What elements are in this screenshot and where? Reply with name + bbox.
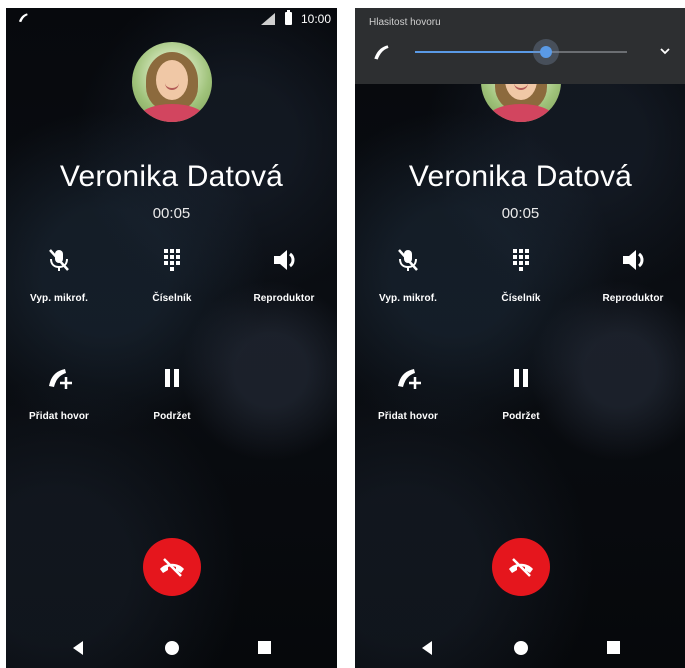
- add-call-label: Přidat hovor: [28, 411, 90, 422]
- status-bar: 10:00: [6, 8, 337, 30]
- mic-off-icon: [398, 249, 418, 271]
- hold-label: Podržet: [502, 411, 540, 422]
- home-icon[interactable]: [514, 641, 528, 655]
- call-screen-right: Hlasitost hovoru Veronika Datová 00:05 V…: [355, 8, 685, 668]
- recents-icon[interactable]: [607, 641, 620, 654]
- hold-button[interactable]: Podržet: [476, 364, 566, 422]
- add-call-button[interactable]: Přidat hovor: [14, 364, 104, 422]
- back-icon[interactable]: [419, 640, 435, 656]
- keypad-button[interactable]: Číselník: [476, 246, 566, 304]
- caller-name: Veronika Datová: [408, 160, 633, 193]
- add-call-icon: [49, 369, 72, 389]
- speaker-icon: [623, 250, 644, 270]
- contact-avatar: [132, 42, 212, 122]
- end-call-button[interactable]: [492, 538, 550, 596]
- keypad-label: Číselník: [152, 293, 192, 304]
- home-icon[interactable]: [165, 641, 179, 655]
- mic-off-icon: [49, 249, 69, 271]
- end-call-button[interactable]: [143, 538, 201, 596]
- call-duration: 00:05: [152, 205, 191, 222]
- hold-label: Podržet: [153, 411, 191, 422]
- call-screen-left: 10:00 Veronika Datová 00:05 Vyp. mikrof.…: [6, 8, 337, 668]
- phone-icon: [374, 45, 389, 60]
- volume-panel: Hlasitost hovoru: [355, 8, 685, 84]
- navigation-bar: [355, 628, 685, 668]
- mute-label: Vyp. mikrof.: [29, 293, 89, 304]
- speaker-label: Reproduktor: [602, 293, 664, 304]
- phone-icon: [18, 13, 28, 23]
- navigation-bar: [6, 628, 337, 668]
- volume-slider[interactable]: [415, 39, 627, 65]
- caller-name: Veronika Datová: [59, 160, 284, 193]
- end-call-icon: [160, 558, 184, 577]
- add-call-icon: [398, 369, 421, 389]
- add-call-button[interactable]: Přidat hovor: [363, 364, 453, 422]
- mute-label: Vyp. mikrof.: [378, 293, 438, 304]
- keypad-label: Číselník: [501, 293, 541, 304]
- chevron-down-icon[interactable]: [658, 44, 672, 58]
- back-icon[interactable]: [70, 640, 86, 656]
- add-call-label: Přidat hovor: [377, 411, 439, 422]
- speaker-button[interactable]: Reproduktor: [588, 246, 678, 304]
- dialpad-icon: [164, 249, 180, 271]
- signal-icon: [261, 13, 275, 25]
- volume-title: Hlasitost hovoru: [369, 17, 441, 28]
- speaker-icon: [274, 250, 295, 270]
- pause-icon: [165, 369, 179, 387]
- battery-icon: [285, 10, 292, 25]
- hold-button[interactable]: Podržet: [127, 364, 217, 422]
- dialpad-icon: [513, 249, 529, 271]
- keypad-button[interactable]: Číselník: [127, 246, 217, 304]
- volume-slider-fill: [415, 51, 547, 53]
- status-time: 10:00: [300, 12, 331, 26]
- end-call-icon: [509, 558, 533, 577]
- mute-button[interactable]: Vyp. mikrof.: [363, 246, 453, 304]
- pause-icon: [514, 369, 528, 387]
- speaker-button[interactable]: Reproduktor: [239, 246, 329, 304]
- recents-icon[interactable]: [258, 641, 271, 654]
- volume-slider-thumb[interactable]: [540, 46, 553, 58]
- mute-button[interactable]: Vyp. mikrof.: [14, 246, 104, 304]
- speaker-label: Reproduktor: [253, 293, 315, 304]
- call-duration: 00:05: [501, 205, 540, 222]
